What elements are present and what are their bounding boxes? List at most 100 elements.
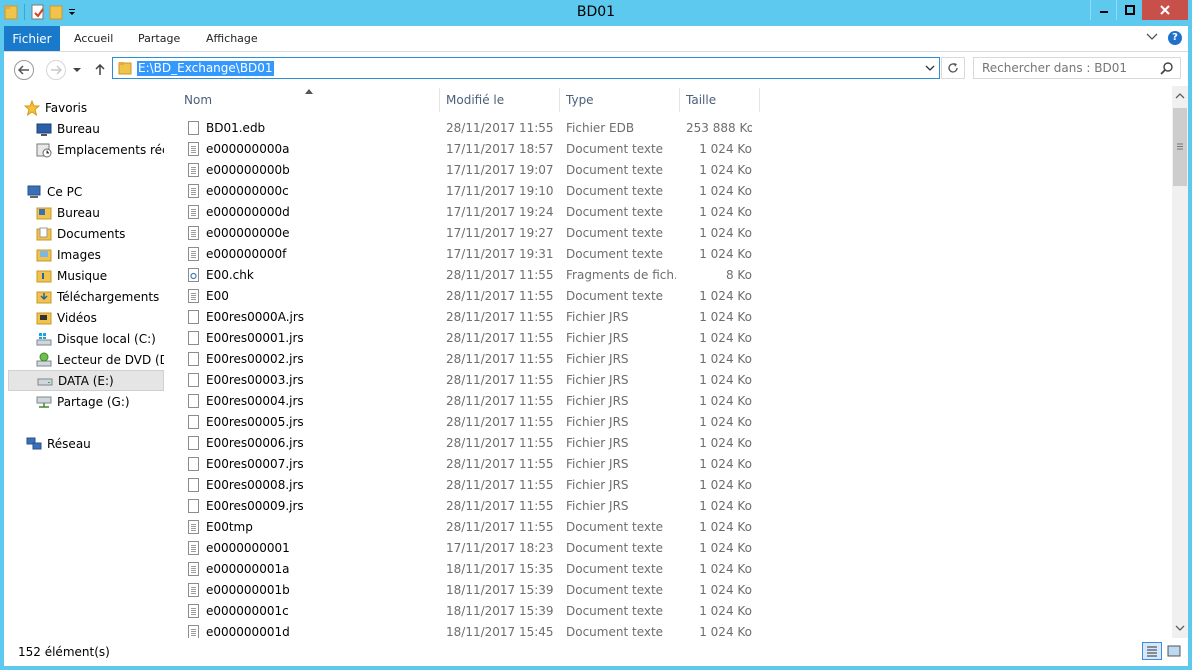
nav-pc-documents[interactable]: Documents [4,223,164,244]
file-row[interactable]: E00res00001.jrs 28/11/2017 11:55 Fichier J… [184,328,764,349]
refresh-button[interactable] [941,57,965,79]
nav-network[interactable]: Réseau [4,433,164,454]
nav-pc-music[interactable]: Musique [4,265,164,286]
file-modified: 28/11/2017 11:55 [446,520,554,534]
nav-pc-downloads[interactable]: Téléchargements [4,286,164,307]
expand-ribbon-button[interactable] [1146,31,1158,45]
file-row[interactable]: E00res00003.jrs 28/11/2017 11:55 Fichier J… [184,370,764,391]
nav-pc-bureau[interactable]: Bureau [4,202,164,223]
nav-pc-data-e[interactable]: DATA (E:) [8,370,164,391]
nav-fav-recent[interactable]: Emplacements récents [4,139,164,160]
search-input[interactable] [982,61,1152,75]
file-size: 1 024 Ko [699,478,752,492]
scrollbar-thumb[interactable] [1173,108,1187,186]
file-modified: 28/11/2017 11:55 [446,457,554,471]
file-row[interactable]: E00 28/11/2017 11:55 Document texte 1 024 K… [184,286,764,307]
file-row[interactable]: E00res00005.jrs 28/11/2017 11:55 Fichier J… [184,412,764,433]
close-button[interactable] [1142,0,1188,20]
file-row[interactable]: E00res00004.jrs 28/11/2017 11:55 Fichier J… [184,391,764,412]
nav-fav-bureau[interactable]: Bureau [4,118,164,139]
recent-locations-button[interactable] [70,60,84,80]
file-row[interactable]: E00res00007.jrs 28/11/2017 11:55 Fichier J… [184,454,764,475]
minimize-button[interactable] [1090,0,1116,20]
explorer-window: BD01 Fichier Accueil Partage Affichage ? [0,0,1192,670]
file-row[interactable]: e000000000a 17/11/2017 18:57 Document text… [184,139,764,160]
scroll-up-icon[interactable] [1172,90,1188,102]
back-button[interactable] [14,60,34,80]
column-header-modified[interactable]: Modifié le [440,88,560,112]
file-row[interactable]: BD01.edb 28/11/2017 11:55 Fichier EDB 253 8… [184,118,764,139]
tab-view[interactable]: Affichage [206,26,258,51]
file-name: e0000000001 [206,541,290,555]
star-icon [23,99,41,116]
text-file-icon [188,541,199,555]
nav-pc-videos[interactable]: Vidéos [4,307,164,328]
tab-file[interactable]: Fichier [4,26,60,51]
file-icon [188,415,199,429]
nav-pc-drive-c[interactable]: Disque local (C:) [4,328,164,349]
file-row[interactable]: e000000001a 18/11/2017 15:35 Document text… [184,559,764,580]
address-path[interactable]: E:\BD_Exchange\BD01 [137,61,274,76]
file-row[interactable]: e000000000c 17/11/2017 19:10 Document text… [184,181,764,202]
file-name: E00res00006.jrs [206,436,304,450]
text-file-icon [188,604,199,618]
computer-icon [26,184,42,200]
file-row[interactable]: e0000000001 17/11/2017 18:23 Document text… [184,538,764,559]
column-header-size[interactable]: Taille [680,88,760,112]
file-type: Document texte [566,205,664,219]
file-row[interactable]: E00res00009.jrs 28/11/2017 11:55 Fichier J… [184,496,764,517]
file-row[interactable]: E00res0000A.jrs 28/11/2017 11:55 Fichier J… [184,307,764,328]
text-file-icon [188,205,199,219]
vertical-scrollbar[interactable] [1172,86,1188,638]
nav-pc-images[interactable]: Images [4,244,164,265]
file-row[interactable]: e000000001b 18/11/2017 15:39 Document text… [184,580,764,601]
file-row[interactable]: E00tmp 28/11/2017 11:55 Document texte 1 02… [184,517,764,538]
search-box[interactable] [973,57,1181,79]
file-type: Document texte [566,520,664,534]
nav-pc-share-g[interactable]: Partage (G:) [4,391,164,412]
column-header-name[interactable]: Nom [178,88,440,112]
file-row[interactable]: e000000000d 17/11/2017 19:24 Document text… [184,202,764,223]
file-name: e000000001b [206,583,290,597]
maximize-button[interactable] [1116,0,1142,20]
forward-button[interactable] [46,60,66,80]
search-icon[interactable] [1160,61,1174,78]
text-file-icon [188,247,199,261]
drive-icon [37,373,53,389]
nav-favorites[interactable]: Favoris [4,97,164,118]
details-view-button[interactable] [1142,642,1162,660]
file-type: Document texte [566,583,664,597]
file-row[interactable]: E00res00006.jrs 28/11/2017 11:55 Fichier J… [184,433,764,454]
help-icon[interactable]: ? [1168,31,1182,45]
large-icons-view-button[interactable] [1164,642,1184,660]
column-header-type[interactable]: Type [560,88,680,112]
file-type: Document texte [566,562,664,576]
nav-this-pc[interactable]: Ce PC [4,181,164,202]
file-row[interactable]: e000000001c 18/11/2017 15:39 Document text… [184,601,764,622]
ribbon-tabs: Fichier Accueil Partage Affichage ? [4,26,1188,52]
nav-pc-dvd-d[interactable]: Lecteur de DVD (D:) [4,349,164,370]
file-type: Fichier JRS [566,457,629,471]
file-modified: 28/11/2017 11:55 [446,478,554,492]
file-row[interactable]: e000000000f 17/11/2017 19:31 Document text… [184,244,764,265]
file-type: Document texte [566,142,664,156]
file-row[interactable]: e000000001d 18/11/2017 15:45 Document text… [184,622,764,638]
grip-icon [1177,143,1183,150]
file-row[interactable]: e000000000e 17/11/2017 19:27 Document text… [184,223,764,244]
scroll-down-icon[interactable] [1172,622,1188,634]
file-name: e000000000a [206,142,290,156]
file-row[interactable]: e000000000b 17/11/2017 19:07 Document text… [184,160,764,181]
file-type: Fichier JRS [566,394,629,408]
file-row[interactable]: E00res00008.jrs 28/11/2017 11:55 Fichier J… [184,475,764,496]
file-row[interactable]: E00.chk 28/11/2017 11:55 Fragments de fich… [184,265,764,286]
title-bar[interactable]: BD01 [0,0,1192,26]
address-dropdown-button[interactable] [922,59,938,77]
file-row[interactable]: E00res00002.jrs 28/11/2017 11:55 Fichier J… [184,349,764,370]
address-bar[interactable]: E:\BD_Exchange\BD01 [112,57,940,79]
tab-share[interactable]: Partage [138,26,180,51]
up-button[interactable] [92,60,108,80]
close-icon [1160,5,1170,15]
tab-home[interactable]: Accueil [74,26,113,51]
window-controls [1090,0,1188,20]
file-size: 1 024 Ko [699,541,752,555]
